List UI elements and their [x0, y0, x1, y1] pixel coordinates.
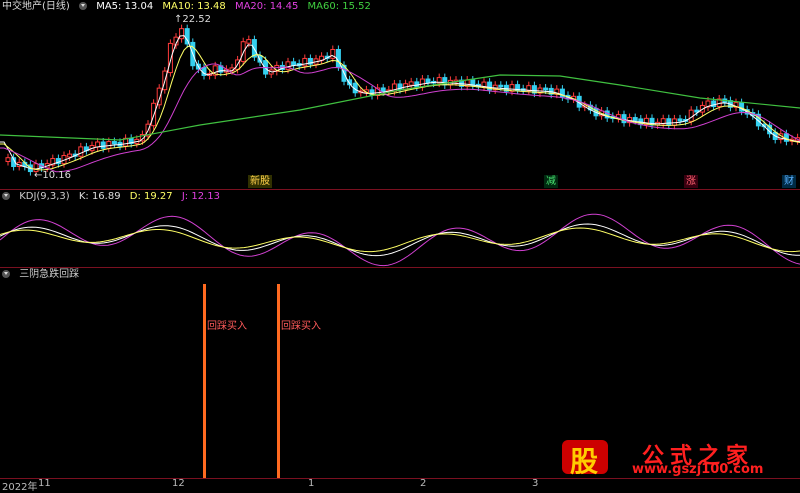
candle	[677, 114, 683, 125]
time-axis[interactable]: 2022年 11 12 1 2 3	[0, 478, 800, 493]
signal-bar-2	[277, 284, 280, 478]
candle	[347, 75, 353, 89]
candle	[257, 51, 263, 67]
candle	[604, 106, 610, 122]
candle	[481, 78, 487, 92]
kdj-d-line	[0, 227, 800, 253]
signal-name: 三阴急跌回踩	[19, 269, 80, 280]
event-tag-finance[interactable]: 财	[782, 175, 796, 188]
logo-char: 股	[570, 445, 599, 478]
watermark-logo: 股 公式之家 www.gszj100.com	[560, 438, 800, 478]
signal-label-2: 回踩买入	[281, 321, 321, 332]
axis-label-12: 12	[172, 478, 185, 489]
candle	[621, 110, 627, 127]
candle	[671, 114, 677, 130]
candle	[274, 61, 280, 76]
candle	[559, 85, 565, 101]
price-pane[interactable]: 中交地产(日线) MA5: 13.04 MA10: 13.48 MA20: 14…	[0, 0, 800, 190]
candle	[464, 76, 470, 91]
signal-settings-icon[interactable]	[2, 270, 10, 278]
candle	[218, 61, 224, 77]
candle	[554, 85, 560, 99]
candle	[526, 81, 532, 95]
candle	[319, 52, 325, 65]
candle	[330, 45, 336, 63]
signal-label-1: 回踩买入	[207, 321, 247, 332]
watermark-url: www.gszj100.com	[632, 462, 764, 477]
candle	[240, 37, 246, 66]
candle	[67, 150, 73, 161]
candle	[167, 39, 173, 77]
signal-legend: 三阴急跌回踩	[2, 268, 85, 282]
event-tag-new[interactable]: 新股	[248, 175, 272, 188]
candle	[515, 80, 521, 95]
kdj-chart[interactable]	[0, 190, 800, 268]
candle	[123, 134, 129, 151]
kdj-pane[interactable]: KDJ(9,3,3) K: 16.89 D: 19.27 J: 12.13	[0, 190, 800, 268]
candle	[442, 73, 448, 89]
axis-line	[0, 478, 800, 479]
ma10-line	[0, 45, 800, 171]
candle	[179, 24, 185, 43]
candle	[470, 76, 476, 90]
candle	[83, 142, 89, 155]
axis-label-3: 3	[532, 478, 539, 489]
candle	[767, 121, 773, 138]
candle	[291, 57, 297, 70]
candle	[50, 154, 56, 170]
low-price-label: ←10.16	[34, 170, 72, 181]
event-tag-reduce[interactable]: 减	[544, 175, 558, 188]
event-tag-rise[interactable]: 涨	[684, 175, 698, 188]
candle	[643, 114, 649, 129]
candle	[95, 138, 101, 152]
high-price-label: ↑22.52	[174, 14, 212, 25]
candle	[5, 153, 11, 166]
candle	[369, 85, 375, 100]
candle	[111, 137, 117, 148]
candle	[666, 114, 672, 130]
candle	[375, 83, 381, 100]
candle	[615, 110, 621, 123]
candle	[733, 98, 739, 112]
signal-bar-1	[203, 284, 206, 478]
axis-label-2: 2	[420, 478, 427, 489]
axis-label-1: 1	[308, 478, 315, 489]
candle	[184, 24, 190, 48]
axis-label-11: 11	[38, 478, 51, 489]
candle	[419, 75, 425, 91]
candlestick-chart[interactable]	[0, 0, 800, 190]
